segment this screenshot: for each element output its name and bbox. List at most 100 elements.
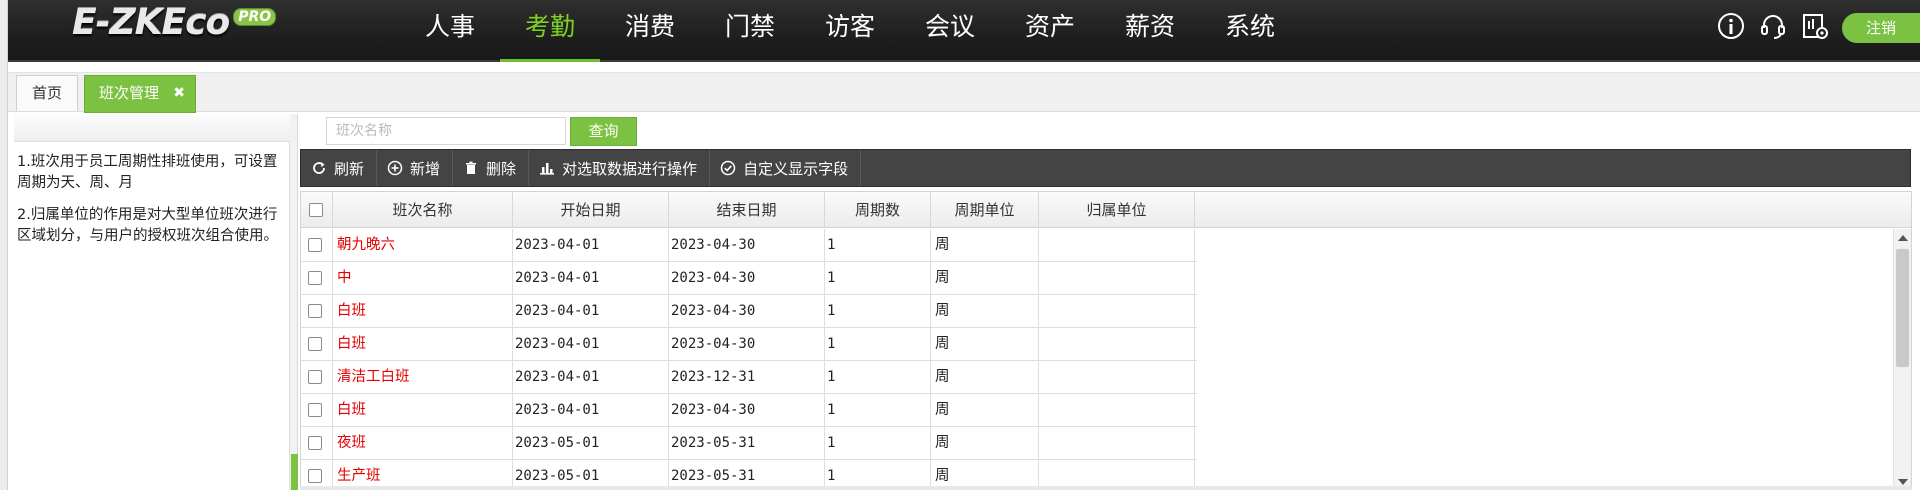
nav-item-5[interactable]: 会议 xyxy=(900,0,1000,62)
cell-name[interactable]: 白班 xyxy=(333,295,513,327)
nav-item-2[interactable]: 消费 xyxy=(600,0,700,62)
custom-fields-button[interactable]: 自定义显示字段 xyxy=(710,150,862,186)
delete-button[interactable]: 删除 xyxy=(453,150,530,186)
nav-item-4[interactable]: 访客 xyxy=(800,0,900,62)
tab-label: 班次管理 xyxy=(99,84,160,102)
row-checkbox[interactable] xyxy=(308,436,322,450)
scrollbar-thumb[interactable] xyxy=(1896,249,1909,367)
cell-unit: 周 xyxy=(931,262,1039,294)
search-button[interactable]: 查询 xyxy=(570,117,637,146)
column-header-3[interactable]: 周期数 xyxy=(825,192,931,228)
table-row[interactable]: 白班 2023-04-01 2023-04-30 1 周 xyxy=(301,394,1197,427)
row-checkbox-cell xyxy=(301,361,333,393)
table-row[interactable]: 夜班 2023-05-01 2023-05-31 1 周 xyxy=(301,427,1197,460)
cell-start: 2023-04-01 xyxy=(513,229,669,261)
check-circle-icon xyxy=(718,158,738,178)
scroll-down-icon[interactable] xyxy=(1898,479,1908,485)
refresh-button[interactable]: 刷新 xyxy=(301,150,378,186)
row-checkbox[interactable] xyxy=(308,337,322,351)
grid-toolbar: 刷新 新增 删除 对选取数据进行操作 自定义显示字段 xyxy=(300,149,1911,187)
plus-circle-icon xyxy=(385,158,405,178)
cell-unit: 周 xyxy=(931,295,1039,327)
vertical-scrollbar[interactable] xyxy=(1893,229,1911,489)
app-logo[interactable]: E-ZKEco PRO xyxy=(72,0,277,52)
nav-item-6[interactable]: 资产 xyxy=(1000,0,1100,62)
cell-dept xyxy=(1039,427,1195,459)
add-label: 新增 xyxy=(410,159,441,178)
tab-shift-management[interactable]: 班次管理 ✖ xyxy=(84,75,196,113)
select-all-checkbox[interactable] xyxy=(309,203,323,217)
cell-dept xyxy=(1039,361,1195,393)
cell-start: 2023-04-01 xyxy=(513,361,669,393)
cell-start: 2023-04-01 xyxy=(513,295,669,327)
cell-unit: 周 xyxy=(931,394,1039,426)
row-checkbox[interactable] xyxy=(308,238,322,252)
batch-operation-label: 对选取数据进行操作 xyxy=(562,159,698,178)
cell-dept xyxy=(1039,262,1195,294)
cell-name[interactable]: 清洁工白班 xyxy=(333,361,513,393)
cell-name[interactable]: 中 xyxy=(333,262,513,294)
row-checkbox[interactable] xyxy=(308,370,322,384)
cell-name[interactable]: 白班 xyxy=(333,394,513,426)
column-header-0[interactable]: 班次名称 xyxy=(333,192,513,228)
cell-end: 2023-04-30 xyxy=(669,229,825,261)
help-panel: 1.班次用于员工周期性排班使用，可设置周期为天、周、月 2.归属单位的作用是对大… xyxy=(14,114,290,490)
row-checkbox-cell xyxy=(301,328,333,360)
add-button[interactable]: 新增 xyxy=(377,150,454,186)
cell-start: 2023-04-01 xyxy=(513,328,669,360)
grid-footer xyxy=(300,486,1912,490)
cell-start: 2023-04-01 xyxy=(513,262,669,294)
help-text: 1.班次用于员工周期性排班使用，可设置周期为天、周、月 2.归属单位的作用是对大… xyxy=(17,152,289,258)
batch-operation-button[interactable]: 对选取数据进行操作 xyxy=(529,150,711,186)
delete-label: 删除 xyxy=(486,159,517,178)
table-row[interactable]: 白班 2023-04-01 2023-04-30 1 周 xyxy=(301,295,1197,328)
main-nav: 人事 考勤 消费 门禁 访客 会议 资产 薪资 系统 xyxy=(400,0,1300,62)
close-icon[interactable]: ✖ xyxy=(173,76,185,110)
column-header-2[interactable]: 结束日期 xyxy=(669,192,825,228)
column-header-1[interactable]: 开始日期 xyxy=(513,192,669,228)
row-checkbox[interactable] xyxy=(308,304,322,318)
nav-item-1[interactable]: 考勤 xyxy=(500,0,600,62)
row-checkbox-cell xyxy=(301,295,333,327)
row-checkbox-cell xyxy=(301,394,333,426)
cell-dept xyxy=(1039,229,1195,261)
table-row[interactable]: 清洁工白班 2023-04-01 2023-12-31 1 周 xyxy=(301,361,1197,394)
cell-cycles: 1 xyxy=(825,295,931,327)
headset-icon[interactable] xyxy=(1758,11,1788,41)
nav-item-3[interactable]: 门禁 xyxy=(700,0,800,62)
shift-name-search-input[interactable] xyxy=(326,117,566,145)
cell-name[interactable]: 白班 xyxy=(333,328,513,360)
bar-chart-icon xyxy=(537,158,557,178)
cell-name[interactable]: 夜班 xyxy=(333,427,513,459)
cell-cycles: 1 xyxy=(825,361,931,393)
cell-end: 2023-12-31 xyxy=(669,361,825,393)
table-row[interactable]: 中 2023-04-01 2023-04-30 1 周 xyxy=(301,262,1197,295)
table-row[interactable]: 白班 2023-04-01 2023-04-30 1 周 xyxy=(301,328,1197,361)
column-header-4[interactable]: 周期单位 xyxy=(931,192,1039,228)
header-checkbox-cell xyxy=(301,192,333,228)
logout-button[interactable]: 注销 xyxy=(1842,13,1920,43)
nav-item-0[interactable]: 人事 xyxy=(400,0,500,62)
scroll-up-icon[interactable] xyxy=(1898,235,1908,241)
nav-item-8[interactable]: 系统 xyxy=(1200,0,1300,62)
cell-unit: 周 xyxy=(931,361,1039,393)
cell-unit: 周 xyxy=(931,427,1039,459)
cell-name[interactable]: 朝九晚六 xyxy=(333,229,513,261)
tab-home[interactable]: 首页 xyxy=(16,75,78,111)
info-icon[interactable] xyxy=(1716,11,1746,41)
cell-unit: 周 xyxy=(931,229,1039,261)
column-header-5[interactable]: 归属单位 xyxy=(1039,192,1195,228)
row-checkbox[interactable] xyxy=(308,403,322,417)
cell-cycles: 1 xyxy=(825,394,931,426)
cell-cycles: 1 xyxy=(825,262,931,294)
nav-item-7[interactable]: 薪资 xyxy=(1100,0,1200,62)
refresh-label: 刷新 xyxy=(334,159,365,178)
monitor-settings-icon[interactable] xyxy=(1800,11,1830,41)
panel-splitter[interactable] xyxy=(290,114,298,490)
table-row[interactable]: 朝九晚六 2023-04-01 2023-04-30 1 周 xyxy=(301,229,1197,262)
logo-pro-badge: PRO xyxy=(233,8,277,26)
row-checkbox[interactable] xyxy=(308,469,322,483)
row-checkbox[interactable] xyxy=(308,271,322,285)
splitter-handle[interactable] xyxy=(291,454,298,490)
refresh-icon xyxy=(309,158,329,178)
